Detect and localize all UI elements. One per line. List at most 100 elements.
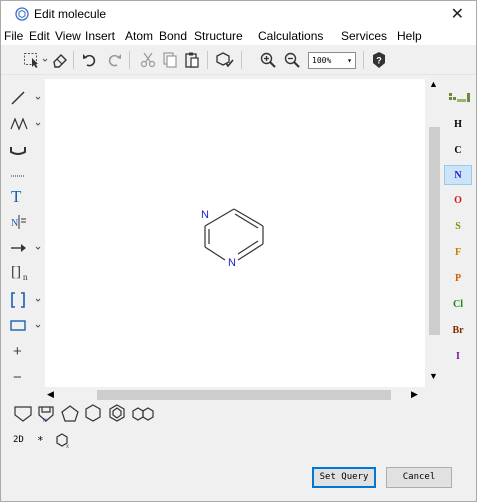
copy-icon[interactable] bbox=[161, 51, 179, 69]
text-tool-label: T bbox=[11, 187, 22, 206]
toolbar-separator bbox=[363, 51, 364, 69]
template-naphthalene-right bbox=[142, 407, 154, 421]
menu-bond[interactable]: Bond bbox=[159, 29, 187, 43]
selection-tool-icon[interactable] bbox=[23, 51, 49, 69]
toolbar-separator bbox=[207, 51, 208, 69]
vertical-scroll-thumb[interactable] bbox=[429, 127, 440, 335]
template-bar: N bbox=[13, 403, 203, 425]
svg-text:N: N bbox=[43, 418, 47, 424]
decrease-charge-tool[interactable]: − bbox=[9, 367, 43, 389]
ring-bracket-tool[interactable] bbox=[9, 139, 43, 161]
menu-insert[interactable]: Insert bbox=[85, 29, 115, 43]
rectangle-tool[interactable] bbox=[9, 315, 43, 337]
atom-label-n2[interactable]: N bbox=[227, 257, 237, 269]
atom-i[interactable]: I bbox=[444, 347, 472, 367]
atom-symbol: O bbox=[454, 195, 462, 206]
atom-symbol: Br bbox=[452, 325, 464, 336]
svg-text:?: ? bbox=[376, 56, 382, 66]
periodic-table-icon[interactable] bbox=[448, 91, 470, 105]
menu-calculations[interactable]: Calculations bbox=[258, 29, 323, 43]
zoom-value: 100% bbox=[312, 56, 332, 65]
title-bar: Edit molecule ✕ bbox=[1, 1, 476, 27]
cut-icon[interactable] bbox=[139, 51, 157, 69]
atom-symbol: F bbox=[454, 247, 462, 258]
undo-icon[interactable] bbox=[81, 51, 99, 69]
template-benzene-ring bbox=[85, 404, 101, 422]
mode-2d[interactable]: 2D bbox=[13, 435, 24, 445]
eraser-icon[interactable] bbox=[51, 51, 69, 69]
text-tool[interactable]: T bbox=[9, 187, 43, 209]
chain-tool[interactable] bbox=[9, 113, 43, 135]
template-naphthalene-left bbox=[132, 407, 144, 421]
single-bond-tool[interactable] bbox=[9, 87, 43, 109]
redo-icon[interactable] bbox=[105, 51, 123, 69]
atom-o[interactable]: O bbox=[444, 191, 472, 211]
menu-atom[interactable]: Atom bbox=[125, 29, 153, 43]
bracket-tool[interactable] bbox=[9, 289, 43, 311]
zoom-out-icon[interactable] bbox=[283, 51, 301, 69]
atom-cl[interactable]: Cl bbox=[444, 295, 472, 315]
horizontal-scrollbar[interactable]: ◀ ▶ bbox=[45, 387, 425, 403]
drawing-canvas[interactable]: N N bbox=[45, 79, 425, 387]
reaction-arrow-tool[interactable] bbox=[9, 237, 43, 259]
help-icon[interactable]: ? bbox=[371, 51, 387, 69]
clean-structure-icon[interactable] bbox=[215, 51, 235, 69]
atom-p[interactable]: P bbox=[444, 269, 472, 289]
template-cyclohexane-chair bbox=[14, 406, 32, 422]
ring-bond bbox=[233, 208, 264, 227]
atom-br[interactable]: Br bbox=[444, 321, 472, 341]
atom-c[interactable]: C bbox=[444, 141, 472, 161]
atom-label-n1[interactable]: N bbox=[200, 209, 210, 221]
menu-help[interactable]: Help bbox=[397, 29, 422, 43]
svg-text:x: x bbox=[66, 444, 69, 449]
atom-symbol: C bbox=[454, 145, 462, 156]
scroll-down-icon[interactable]: ▼ bbox=[429, 371, 438, 381]
atom-s[interactable]: S bbox=[444, 217, 472, 237]
atom-n[interactable]: N bbox=[444, 165, 472, 185]
menu-structure[interactable]: Structure bbox=[194, 29, 243, 43]
atom-symbol: H bbox=[454, 119, 462, 130]
toolbar-separator bbox=[73, 51, 74, 69]
molecule-structure[interactable] bbox=[45, 79, 425, 387]
zoom-in-icon[interactable] bbox=[259, 51, 277, 69]
scroll-right-icon[interactable]: ▶ bbox=[411, 389, 418, 400]
atom-symbol: Cl bbox=[453, 299, 463, 310]
atom-symbol: S bbox=[455, 221, 461, 232]
edit-molecule-dialog: Edit molecule ✕ File Edit View Insert At… bbox=[0, 0, 477, 502]
chevron-down-icon: ▾ bbox=[347, 56, 352, 65]
set-query-button[interactable]: Set Query bbox=[312, 467, 376, 488]
left-toolbar: T N [] n + − bbox=[1, 77, 45, 392]
menu-edit[interactable]: Edit bbox=[29, 29, 50, 43]
atom-palette: H C N O S F P Cl Br I bbox=[444, 79, 476, 389]
cancel-button[interactable]: Cancel bbox=[386, 467, 452, 488]
rgroup-subscript: n bbox=[23, 272, 28, 282]
increase-charge-tool[interactable]: + bbox=[9, 341, 43, 363]
scroll-up-icon[interactable]: ▲ bbox=[429, 79, 438, 89]
mode-star[interactable]: * bbox=[37, 434, 44, 447]
paste-icon[interactable] bbox=[183, 51, 201, 69]
query-atom-icon[interactable]: x bbox=[55, 433, 71, 452]
ring-double-bond bbox=[237, 240, 259, 255]
atom-symbol: P bbox=[454, 273, 462, 284]
horizontal-scroll-thumb[interactable] bbox=[97, 390, 391, 400]
dotted-bond-tool[interactable] bbox=[9, 165, 43, 187]
menu-bar: File Edit View Insert Atom Bond Structur… bbox=[1, 27, 476, 45]
svg-text:N: N bbox=[11, 218, 18, 229]
plus-label: + bbox=[13, 343, 22, 360]
atom-f[interactable]: F bbox=[444, 243, 472, 263]
atom-h[interactable]: H bbox=[444, 115, 472, 135]
scroll-left-icon[interactable]: ◀ bbox=[47, 389, 54, 400]
atom-symbol: N bbox=[454, 170, 462, 181]
vertical-scrollbar[interactable]: ▲ ▼ bbox=[425, 79, 443, 387]
menu-services[interactable]: Services bbox=[341, 29, 387, 43]
rgroup-bracket-tool[interactable]: [] n bbox=[9, 263, 43, 285]
zoom-select[interactable]: 100% ▾ bbox=[308, 52, 356, 69]
menu-file[interactable]: File bbox=[4, 29, 23, 43]
template-benzene-inner bbox=[112, 407, 122, 419]
rgroup-label: [] bbox=[11, 264, 21, 280]
ring-bond bbox=[204, 246, 226, 261]
menu-view[interactable]: View bbox=[55, 29, 81, 43]
atom-label-tool[interactable]: N bbox=[9, 211, 43, 233]
close-icon[interactable]: ✕ bbox=[451, 4, 464, 24]
main-toolbar: 100% ▾ ? bbox=[1, 45, 476, 75]
